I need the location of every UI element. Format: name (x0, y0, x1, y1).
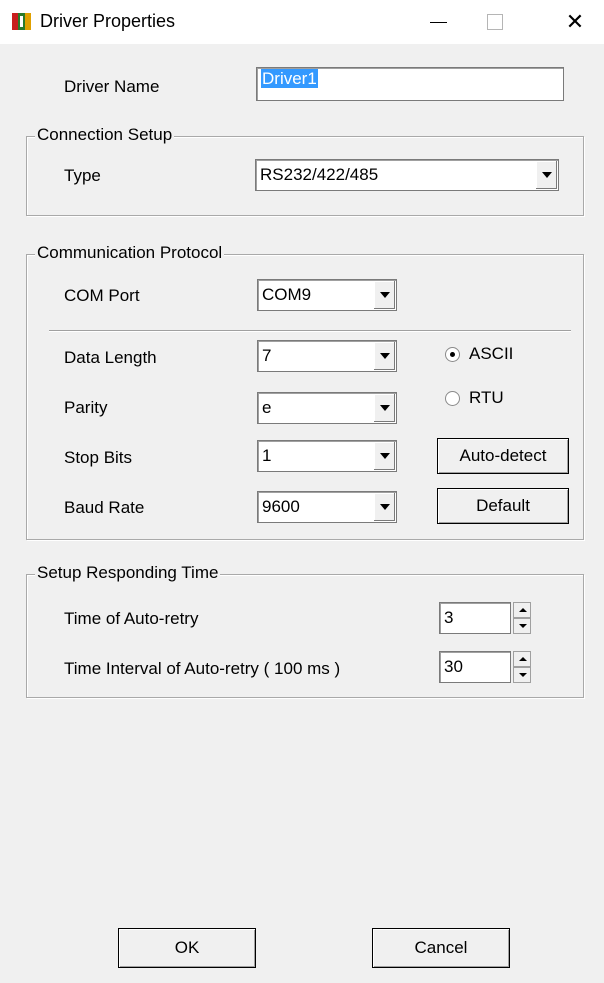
auto-retry-input[interactable]: 3 (439, 602, 511, 634)
auto-detect-button[interactable]: Auto-detect (437, 438, 569, 474)
driver-name-label: Driver Name (64, 77, 160, 96)
parity-select[interactable]: e (257, 392, 397, 424)
chevron-down-icon[interactable] (373, 442, 395, 470)
baud-rate-value: 9600 (262, 497, 300, 516)
chevron-down-icon[interactable] (373, 281, 395, 309)
chevron-down-icon[interactable] (373, 394, 395, 422)
responding-time-group: Setup Responding Time Time of Auto-retry… (26, 563, 584, 698)
window-title: Driver Properties (40, 11, 176, 31)
title-bar[interactable]: Driver Properties ✕ (0, 0, 604, 44)
close-icon: ✕ (565, 9, 585, 34)
retry-interval-label: Time Interval of Auto-retry ( 100 ms ) (64, 659, 341, 678)
maximize-button[interactable] (470, 0, 520, 44)
data-length-select[interactable]: 7 (257, 340, 397, 372)
type-value: RS232/422/485 (260, 165, 379, 184)
ascii-label: ASCII (469, 344, 514, 363)
driver-name-input[interactable]: Driver1 (256, 67, 564, 101)
close-button[interactable]: ✕ (550, 0, 600, 44)
ok-button[interactable]: OK (118, 928, 256, 968)
data-length-value: 7 (262, 346, 272, 365)
stop-bits-select[interactable]: 1 (257, 440, 397, 472)
spin-down-icon[interactable] (513, 667, 531, 683)
parity-label: Parity (64, 398, 108, 417)
auto-retry-spinner[interactable]: 3 (439, 602, 533, 634)
communication-protocol-title: Communication Protocol (35, 243, 225, 263)
ascii-radio[interactable] (445, 347, 460, 362)
stop-bits-value: 1 (262, 446, 272, 465)
dialog-body: Driver Name Driver1 Connection Setup Typ… (2, 44, 602, 981)
baud-rate-label: Baud Rate (64, 498, 145, 517)
responding-time-title: Setup Responding Time (35, 563, 221, 583)
auto-retry-value: 3 (444, 608, 454, 627)
rtu-label: RTU (469, 388, 504, 407)
retry-interval-value: 30 (444, 657, 463, 676)
spin-up-icon[interactable] (513, 602, 531, 618)
default-button[interactable]: Default (437, 488, 569, 524)
com-port-select[interactable]: COM9 (257, 279, 397, 311)
com-port-label: COM Port (64, 286, 140, 305)
com-port-value: COM9 (262, 285, 312, 304)
spin-up-icon[interactable] (513, 651, 531, 667)
app-icon (12, 13, 31, 30)
parity-value: e (262, 398, 272, 417)
connection-setup-title: Connection Setup (35, 125, 175, 145)
data-length-label: Data Length (64, 348, 157, 367)
chevron-down-icon[interactable] (373, 342, 395, 370)
rtu-radio[interactable] (445, 391, 460, 406)
retry-interval-input[interactable]: 30 (439, 651, 511, 683)
connection-setup-group: Connection Setup Type RS232/422/485 (26, 125, 584, 216)
divider (49, 330, 571, 332)
chevron-down-icon[interactable] (373, 493, 395, 521)
cancel-button[interactable]: Cancel (372, 928, 510, 968)
stop-bits-label: Stop Bits (64, 448, 133, 467)
driver-name-value: Driver1 (261, 69, 318, 88)
baud-rate-select[interactable]: 9600 (257, 491, 397, 523)
auto-retry-label: Time of Auto-retry (64, 609, 199, 628)
type-label: Type (64, 166, 101, 185)
chevron-down-icon[interactable] (535, 161, 557, 189)
retry-interval-spinner[interactable]: 30 (439, 651, 533, 683)
communication-protocol-group: Communication Protocol COM Port COM9 Dat… (26, 243, 584, 540)
spin-down-icon[interactable] (513, 618, 531, 634)
minimize-button[interactable] (414, 0, 464, 44)
type-select[interactable]: RS232/422/485 (255, 159, 559, 191)
